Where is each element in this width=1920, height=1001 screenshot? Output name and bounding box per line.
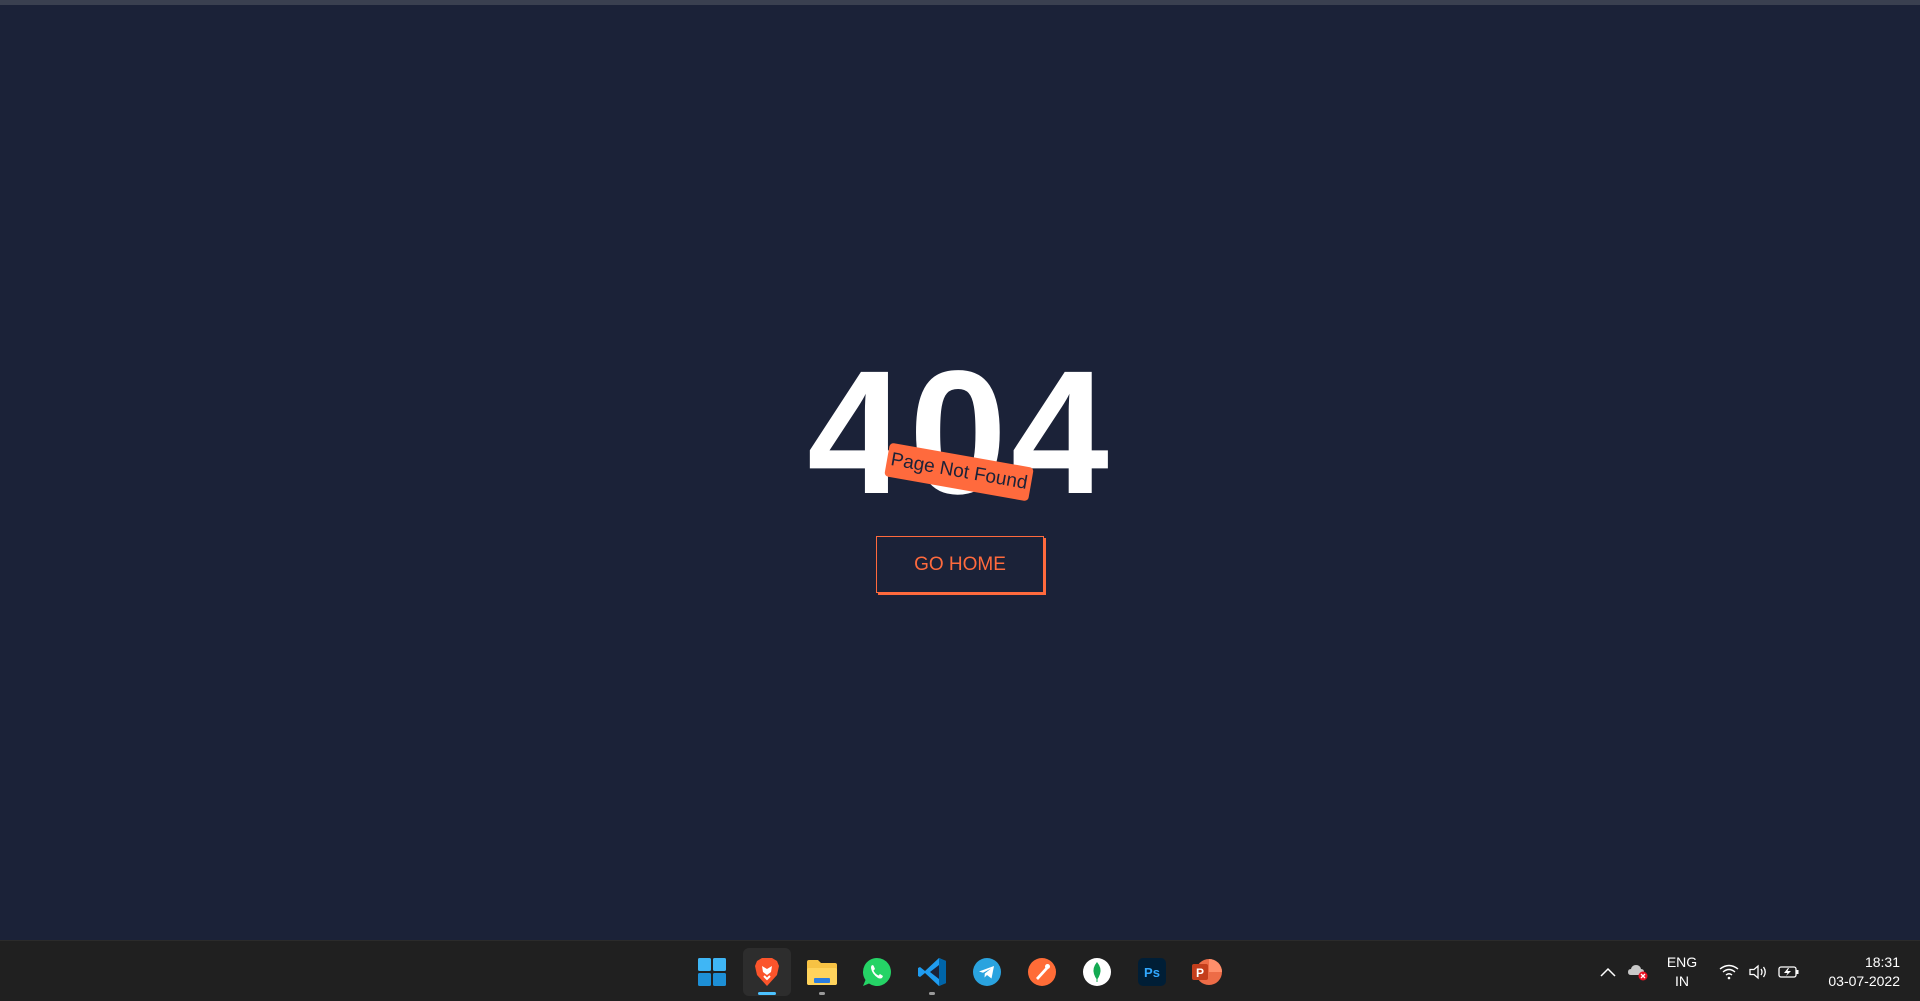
volume-icon <box>1749 964 1766 980</box>
taskbar: Ps P ENG IN 18:31 03-07-2022 <box>0 940 1920 1001</box>
telegram-icon <box>973 958 1001 986</box>
mongodb-icon <box>1083 958 1111 986</box>
taskbar-app-postman[interactable] <box>1018 948 1066 996</box>
clock[interactable]: 18:31 03-07-2022 <box>1800 953 1900 991</box>
file-explorer-icon <box>807 960 837 985</box>
whatsapp-icon <box>862 958 891 986</box>
error-code-heading: 404 <box>807 335 1113 531</box>
active-app-indicator <box>758 992 776 995</box>
postman-icon <box>1028 958 1056 986</box>
windows-start-icon <box>698 958 726 986</box>
wifi-icon <box>1719 964 1739 980</box>
taskbar-app-brave[interactable] <box>743 948 791 996</box>
battery-icon <box>1778 966 1799 978</box>
vscode-icon <box>918 958 946 986</box>
taskbar-app-file-explorer[interactable] <box>798 948 846 996</box>
start-button[interactable] <box>688 948 736 996</box>
running-app-indicator <box>819 992 825 995</box>
go-home-button[interactable]: GO HOME <box>876 536 1044 593</box>
brave-browser-icon <box>755 958 779 986</box>
volume-button[interactable] <box>1748 961 1770 983</box>
input-language-indicator[interactable]: ENG IN <box>1660 953 1704 991</box>
taskbar-app-photoshop[interactable]: Ps <box>1128 948 1176 996</box>
running-app-indicator <box>929 992 935 995</box>
taskbar-app-vscode[interactable] <box>908 948 956 996</box>
network-button[interactable] <box>1718 961 1740 983</box>
powerpoint-label: P <box>1196 966 1204 980</box>
taskbar-app-mongodb-compass[interactable] <box>1073 948 1121 996</box>
battery-button[interactable] <box>1778 961 1800 983</box>
onedrive-error-icon <box>1628 965 1648 981</box>
photoshop-icon: Ps <box>1138 958 1166 986</box>
taskbar-app-telegram[interactable] <box>963 948 1011 996</box>
language-code: ENG <box>1666 954 1698 970</box>
clock-date: 03-07-2022 <box>1828 973 1900 989</box>
onedrive-status-button[interactable] <box>1627 961 1649 983</box>
taskbar-app-powerpoint[interactable]: P <box>1183 948 1231 996</box>
powerpoint-icon: P <box>1192 959 1222 985</box>
chevron-up-icon <box>1600 967 1616 977</box>
region-code: IN <box>1675 973 1689 989</box>
clock-time: 18:31 <box>1864 954 1900 970</box>
photoshop-label: Ps <box>1144 965 1160 980</box>
show-hidden-icons-button[interactable] <box>1597 961 1619 983</box>
taskbar-app-whatsapp[interactable] <box>853 948 901 996</box>
